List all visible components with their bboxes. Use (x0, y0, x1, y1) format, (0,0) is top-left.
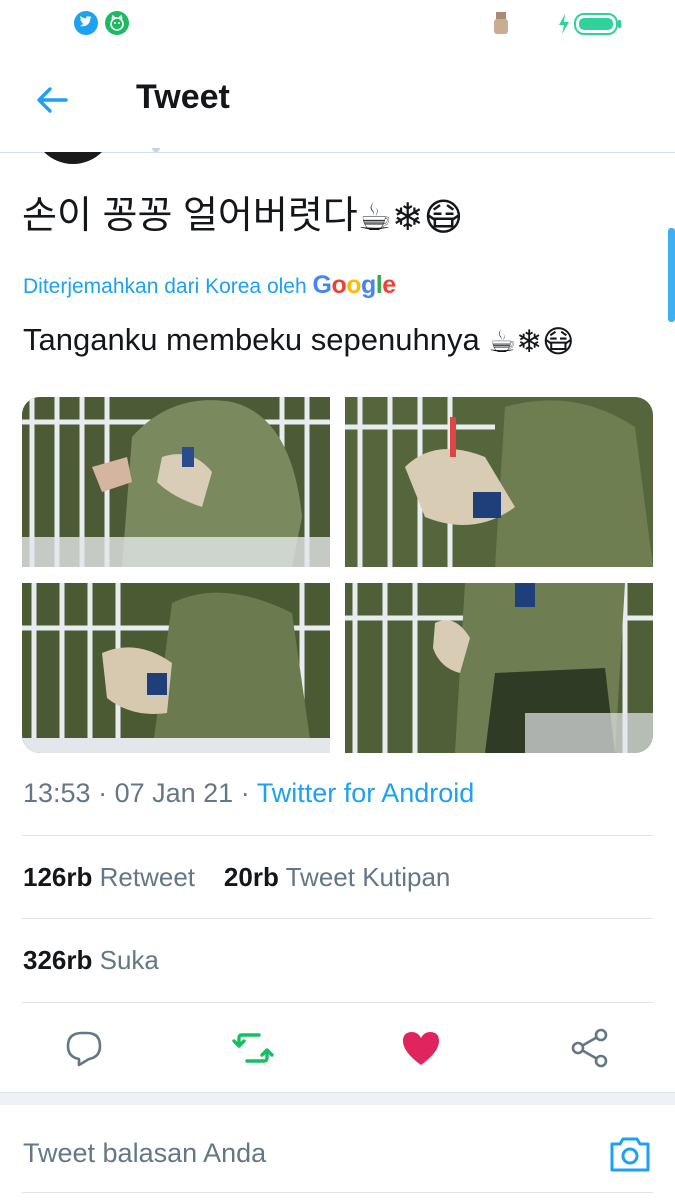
tweet-time: 13:53 (23, 778, 91, 808)
google-logo: Google (312, 271, 397, 299)
quotes-label: Tweet Kutipan (285, 862, 451, 892)
retweets-stat[interactable]: 126rb Retweet (23, 862, 195, 892)
heart-icon (403, 1032, 439, 1065)
reply-button[interactable] (60, 1024, 108, 1072)
tweet-source-link[interactable]: Twitter for Android (257, 778, 475, 808)
status-bar (0, 0, 675, 48)
tweet-photo-2[interactable] (345, 397, 653, 567)
retweet-button[interactable] (229, 1024, 277, 1072)
share-icon (571, 1028, 608, 1068)
likes-label: Suka (99, 945, 159, 975)
reply-composer[interactable]: Tweet balasan Anda (0, 1104, 675, 1200)
translation-attribution[interactable]: Diterjemahkan dari Korea oleh Google (23, 271, 396, 300)
notification-app-icon (105, 11, 129, 35)
tweet-photo-4[interactable] (345, 583, 653, 753)
tweet-text: 손이 꽁꽁 얼어버렷다☕❄😷 (22, 190, 463, 244)
camera-icon (610, 1137, 650, 1172)
divider (22, 918, 653, 919)
tweet-photo-3[interactable] (22, 583, 330, 753)
top-app-bar: Tweet (0, 48, 675, 153)
divider (22, 835, 653, 836)
scrollbar[interactable] (668, 228, 675, 322)
page-title: Tweet (136, 78, 230, 116)
retweet-stats: 126rb Retweet 20rb Tweet Kutipan (23, 862, 450, 893)
likes-count: 326rb (23, 945, 93, 975)
tweet-text-body: 손이 꽁꽁 얼어버렷다 (22, 195, 358, 237)
tweet-emojis: ☕❄😷 (357, 196, 464, 239)
twitter-icon (74, 11, 98, 35)
back-button[interactable] (30, 78, 74, 122)
translated-text: Tanganku membeku sepenuhnya ☕❄😷 (23, 318, 574, 364)
divider (22, 1002, 653, 1003)
quotes-count: 20rb (223, 862, 279, 892)
divider (22, 1192, 653, 1193)
reply-input[interactable]: Tweet balasan Anda (23, 1138, 266, 1169)
charging-bolt-icon (559, 14, 569, 34)
translated-text-body: Tanganku membeku sepenuhnya (23, 322, 480, 357)
arrow-left-icon (37, 87, 68, 113)
translated-emojis: ☕❄😷 (488, 323, 575, 359)
tweet-photo-1[interactable] (22, 397, 330, 567)
like-button[interactable] (397, 1024, 445, 1072)
camera-button[interactable] (608, 1134, 652, 1174)
tweet-timestamp: 13:53 · 07 Jan 21 · Twitter for Android (23, 778, 475, 808)
likes-stats[interactable]: 326rb Suka (23, 945, 159, 976)
retweet-icon (232, 1033, 274, 1063)
battery-icon (574, 13, 621, 35)
usb-icon (494, 12, 508, 34)
quotes-stat[interactable]: 20rb Tweet Kutipan (224, 862, 450, 892)
retweets-label: Retweet (99, 862, 196, 892)
retweets-count: 126rb (23, 862, 93, 892)
translated-label: Diterjemahkan dari Korea oleh (23, 275, 307, 298)
media-grid (22, 397, 653, 753)
tweet-action-bar (0, 1010, 675, 1092)
reply-bubble-icon (66, 1031, 102, 1067)
tweet-date: 07 Jan 21 (114, 778, 234, 808)
share-button[interactable] (566, 1024, 614, 1072)
